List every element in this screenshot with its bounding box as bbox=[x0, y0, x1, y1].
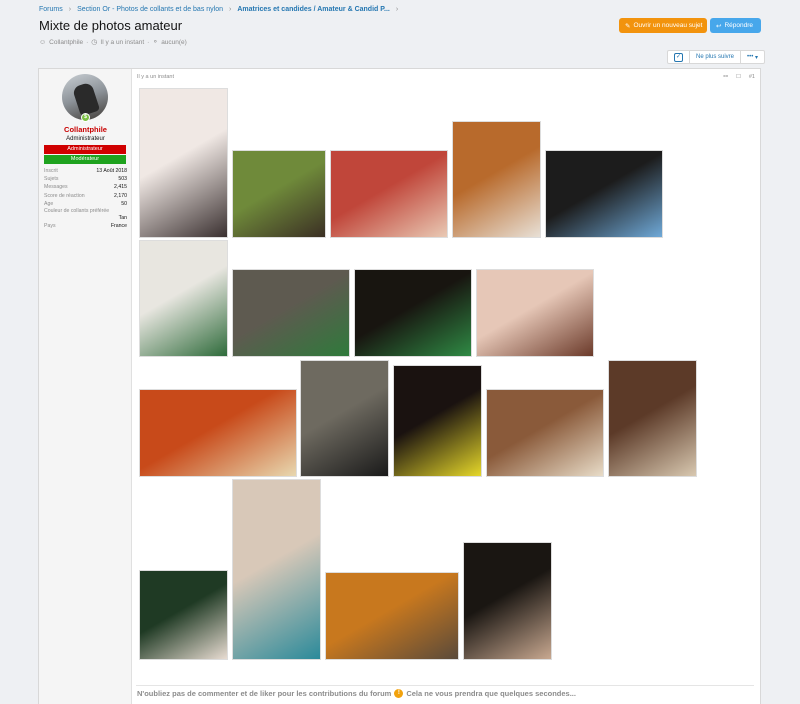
thread-tags: aucun(e) bbox=[161, 38, 187, 46]
avatar-figure bbox=[71, 81, 101, 117]
reply-button[interactable]: ↩ Répondre bbox=[710, 18, 761, 33]
moderator-banner: Modérateur bbox=[44, 155, 126, 164]
post-header: Il y a un instant ⚯ ☐ #1 bbox=[137, 74, 755, 84]
stat-row: Sujets 503 bbox=[44, 175, 127, 183]
more-options-button[interactable]: ••• ▾ bbox=[741, 51, 764, 63]
checkbox-icon: ✓ bbox=[674, 52, 683, 62]
photo[interactable] bbox=[139, 570, 228, 660]
stat-label: Score de réaction bbox=[44, 192, 85, 199]
admin-banner: Administrateur bbox=[44, 145, 126, 154]
clock-icon: ◷ bbox=[91, 39, 98, 46]
photo[interactable] bbox=[232, 269, 350, 357]
stat-value: 2,170 bbox=[114, 192, 127, 199]
thread-action-bar: ✓ Ne plus suivre ••• ▾ bbox=[667, 50, 766, 64]
pref-label: Couleur de collants préférée bbox=[44, 207, 110, 214]
new-topic-label: Ouvrir un nouveau sujet bbox=[633, 22, 703, 29]
chevron-down-icon: ▾ bbox=[755, 54, 759, 61]
photo[interactable] bbox=[232, 479, 321, 660]
breadcrumb-item-amatrices[interactable]: Amatrices et candides / Amateur & Candid… bbox=[237, 6, 390, 13]
stat-value[interactable]: 503 bbox=[118, 175, 127, 183]
stat-value: 13 Août 2018 bbox=[96, 168, 127, 174]
new-topic-button[interactable]: ✎ Ouvrir un nouveau sujet bbox=[619, 18, 707, 33]
photo[interactable] bbox=[325, 572, 459, 660]
chevron-right-icon: › bbox=[395, 6, 399, 13]
tag-icon: ⚬ bbox=[152, 39, 159, 46]
stat-value: 50 bbox=[121, 200, 127, 207]
photo[interactable] bbox=[300, 360, 389, 477]
post-time[interactable]: Il y a un instant bbox=[137, 74, 174, 80]
post-signature: N'oubliez pas de commenter et de liker p… bbox=[137, 689, 576, 698]
username[interactable]: Collantphile bbox=[39, 125, 132, 134]
photo[interactable] bbox=[452, 121, 541, 238]
signature-text: N'oubliez pas de commenter et de liker p… bbox=[137, 689, 392, 698]
edit-icon: ✎ bbox=[625, 22, 631, 30]
bookmark-icon[interactable]: ☐ bbox=[736, 74, 741, 80]
select-toggle[interactable]: ✓ bbox=[668, 51, 690, 63]
stat-value[interactable]: 2,415 bbox=[114, 183, 127, 191]
more-label: ••• bbox=[747, 54, 754, 60]
photo[interactable] bbox=[463, 542, 552, 660]
thread-meta: ☺ Collantphile · ◷ Il y a un instant · ⚬… bbox=[39, 38, 187, 47]
user-badge-icon: $ bbox=[81, 113, 90, 122]
share-icon[interactable]: ⚯ bbox=[723, 74, 728, 80]
breadcrumb-item-forums[interactable]: Forums bbox=[39, 6, 63, 13]
photo[interactable] bbox=[139, 88, 228, 238]
photo[interactable] bbox=[486, 389, 604, 477]
user-stats: Inscrit 13 Août 2018 Sujets 503 Messages 2,… bbox=[44, 167, 127, 230]
stat-label: Pays bbox=[44, 222, 56, 229]
stat-row: Age 50 bbox=[44, 200, 127, 208]
photo[interactable] bbox=[139, 389, 297, 477]
breadcrumb: Forums › Section Or - Photos de collants… bbox=[39, 6, 398, 13]
stat-label: Sujets bbox=[44, 176, 59, 183]
stat-row: Messages 2,415 bbox=[44, 183, 127, 191]
pref-value: Tan bbox=[118, 214, 127, 221]
post: $ Collantphile Administrateur Administra… bbox=[38, 68, 761, 704]
stat-row: Inscrit 13 Août 2018 bbox=[44, 167, 127, 175]
stat-row: Pays France bbox=[44, 222, 127, 230]
photo[interactable] bbox=[476, 269, 594, 357]
signature-text-end: Cela ne vous prendra que quelques second… bbox=[406, 689, 576, 698]
divider bbox=[136, 685, 754, 686]
thread-time[interactable]: Il y a un instant bbox=[100, 39, 144, 46]
stat-label: Inscrit bbox=[44, 168, 58, 174]
unfollow-button[interactable]: Ne plus suivre bbox=[690, 51, 742, 63]
chevron-right-icon: › bbox=[68, 6, 72, 13]
user-sidebar: $ Collantphile Administrateur Administra… bbox=[39, 69, 132, 704]
user-icon: ☺ bbox=[39, 38, 47, 46]
reply-icon: ↩ bbox=[716, 22, 722, 30]
photo[interactable] bbox=[545, 150, 663, 238]
stat-row: Score de réaction 2,170 bbox=[44, 192, 127, 200]
photo[interactable] bbox=[232, 150, 326, 238]
breadcrumb-item-section[interactable]: Section Or - Photos de collants et de ba… bbox=[77, 6, 223, 13]
photo[interactable] bbox=[139, 240, 228, 357]
photo[interactable] bbox=[608, 360, 697, 477]
user-title: Administrateur bbox=[66, 136, 105, 142]
photo[interactable] bbox=[330, 150, 448, 238]
post-number[interactable]: #1 bbox=[749, 74, 755, 80]
reply-label: Répondre bbox=[724, 22, 754, 29]
thread-author[interactable]: Collantphile bbox=[49, 39, 83, 46]
warning-icon: ! bbox=[394, 689, 404, 698]
page-title: Mixte de photos amateur bbox=[39, 18, 183, 33]
photo[interactable] bbox=[354, 269, 472, 357]
stat-value: France bbox=[110, 222, 127, 229]
chevron-right-icon: › bbox=[229, 6, 232, 13]
stat-label: Messages bbox=[44, 184, 68, 191]
photo[interactable] bbox=[393, 365, 482, 477]
stat-label: Age bbox=[44, 200, 54, 207]
